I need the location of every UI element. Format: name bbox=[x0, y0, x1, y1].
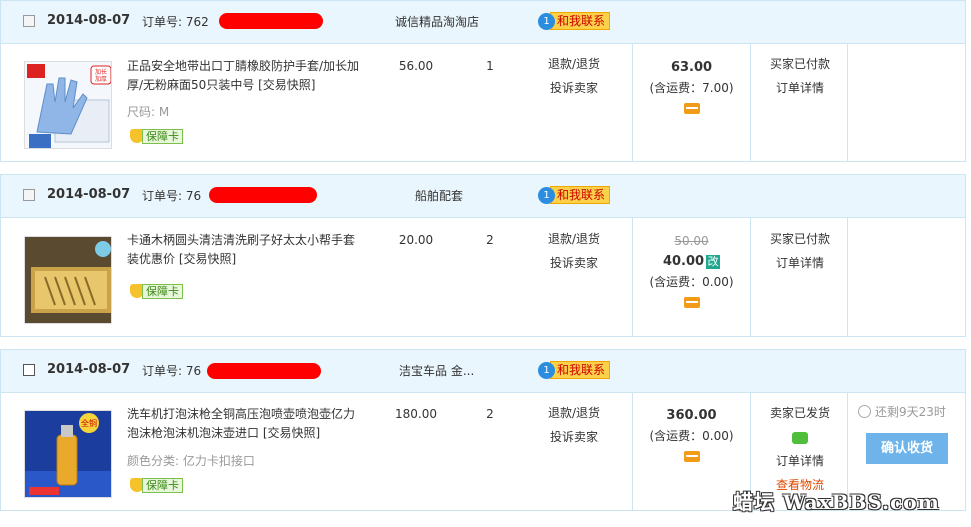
product-sku: 颜色分类: 亿力卡扣接口 bbox=[127, 454, 255, 468]
guarantee-label: 保障卡 bbox=[142, 283, 183, 299]
order-date: 2014-08-07 bbox=[47, 362, 131, 377]
order-total: 63.00 (含运费：7.00) bbox=[633, 57, 750, 118]
refund-link[interactable]: 退款/退货 bbox=[529, 401, 619, 425]
shipping-fee: (含运费：7.00) bbox=[649, 81, 734, 95]
refund-link[interactable]: 退款/退货 bbox=[529, 227, 619, 251]
order-status: 买家已付款 订单详情 bbox=[752, 227, 848, 275]
order-detail-link[interactable]: 订单详情 bbox=[752, 251, 848, 275]
chat-bubble-icon: 1 bbox=[538, 186, 555, 204]
order-status: 卖家已发货 订单详情 查看物流 bbox=[752, 401, 848, 497]
chat-bubble-icon: 1 bbox=[538, 12, 555, 30]
guarantee-card-badge[interactable]: 保障卡 bbox=[130, 477, 183, 493]
contact-seller-label: 和我联系 bbox=[550, 361, 611, 379]
product-thumbnail[interactable] bbox=[24, 236, 112, 324]
original-total: 50.00 bbox=[674, 234, 709, 248]
unit-price: 180.00 bbox=[395, 407, 437, 421]
order-header: 2014-08-07 订单号: 76 船舶配套 1 和我联系 bbox=[1, 175, 965, 218]
order-number: 订单号: 76 bbox=[142, 187, 201, 204]
order-detail-link[interactable]: 订单详情 bbox=[752, 76, 848, 100]
shipping-fee: (含运费：0.00) bbox=[649, 429, 734, 443]
order-number: 订单号: 76 bbox=[142, 362, 201, 379]
watermark: 蜡坛 WaxBBS.com bbox=[733, 490, 940, 514]
gloves-image: 加长 加厚 bbox=[25, 62, 111, 148]
order-total: 360.00 (含运费：0.00) bbox=[633, 405, 750, 466]
status-text: 买家已付款 bbox=[769, 57, 830, 71]
total-amount: 40.00 bbox=[662, 254, 705, 269]
thumb-label-1: 全铜 bbox=[81, 418, 97, 428]
chat-bubble-icon: 1 bbox=[538, 361, 555, 379]
thumb-label-2: 加厚 bbox=[95, 75, 107, 83]
order-total: 50.00 40.00 改 (含运费：0.00) bbox=[633, 231, 750, 312]
chat-icon[interactable] bbox=[792, 431, 808, 444]
guarantee-card-badge[interactable]: 保障卡 bbox=[130, 128, 183, 144]
guarantee-label: 保障卡 bbox=[142, 477, 183, 493]
shop-name[interactable]: 洁宝车品 金... bbox=[399, 362, 474, 379]
contact-seller-button[interactable]: 1 和我联系 bbox=[538, 186, 611, 204]
complain-link[interactable]: 投诉卖家 bbox=[529, 251, 619, 275]
order-number: 订单号: 762 bbox=[142, 13, 209, 30]
quantity: 2 bbox=[486, 233, 494, 247]
order-checkbox[interactable] bbox=[23, 189, 35, 201]
order-date: 2014-08-07 bbox=[47, 187, 131, 202]
order-header: 2014-08-07 订单号: 76 洁宝车品 金... 1 和我联系 bbox=[1, 350, 965, 393]
order-date: 2014-08-07 bbox=[47, 13, 131, 28]
status-text: 买家已付款 bbox=[769, 232, 830, 246]
guarantee-card-badge[interactable]: 保障卡 bbox=[130, 283, 183, 299]
order-card: 2014-08-07 订单号: 762 诚信精品淘淘店 1 和我联系 加长 加厚… bbox=[0, 0, 966, 162]
order-status: 买家已付款 订单详情 bbox=[752, 52, 848, 100]
redaction-mark bbox=[207, 363, 321, 379]
order-checkbox[interactable] bbox=[23, 15, 35, 27]
payment-card-icon bbox=[683, 103, 700, 114]
price-modified-badge: 改 bbox=[706, 255, 721, 269]
quantity: 1 bbox=[486, 59, 494, 73]
brush-set-image bbox=[25, 237, 111, 323]
order-header: 2014-08-07 订单号: 762 诚信精品淘淘店 1 和我联系 bbox=[1, 1, 965, 44]
contact-seller-label: 和我联系 bbox=[550, 12, 611, 30]
refund-link[interactable]: 退款/退货 bbox=[529, 52, 619, 76]
shop-name[interactable]: 船舶配套 bbox=[415, 187, 463, 204]
order-number-value: 76 bbox=[185, 364, 202, 378]
contact-seller-label: 和我联系 bbox=[550, 186, 611, 204]
clock-icon bbox=[858, 405, 871, 418]
redaction-mark bbox=[209, 187, 317, 203]
receive-countdown: 还剩9天23时 bbox=[858, 403, 946, 420]
contact-seller-button[interactable]: 1 和我联系 bbox=[538, 361, 611, 379]
confirm-receipt-button[interactable]: 确认收货 bbox=[866, 433, 948, 464]
unit-price: 56.00 bbox=[398, 59, 434, 73]
foam-gun-image: 全铜 bbox=[25, 411, 111, 497]
guarantee-label: 保障卡 bbox=[142, 128, 183, 144]
product-sku: 尺码: M bbox=[127, 105, 170, 119]
order-number-label: 订单号: bbox=[142, 364, 183, 378]
shop-name[interactable]: 诚信精品淘淘店 bbox=[395, 13, 479, 30]
complain-link[interactable]: 投诉卖家 bbox=[529, 76, 619, 100]
total-amount: 63.00 bbox=[670, 60, 713, 75]
shipping-fee: (含运费：0.00) bbox=[649, 275, 734, 289]
status-text: 卖家已发货 bbox=[769, 406, 830, 420]
contact-seller-button[interactable]: 1 和我联系 bbox=[538, 12, 611, 30]
order-detail-link[interactable]: 订单详情 bbox=[752, 449, 848, 473]
complain-link[interactable]: 投诉卖家 bbox=[529, 425, 619, 449]
order-number-label: 订单号: bbox=[142, 189, 183, 203]
product-thumbnail[interactable]: 加长 加厚 bbox=[24, 61, 112, 149]
order-number-label: 订单号: bbox=[142, 15, 183, 29]
unit-price: 20.00 bbox=[398, 233, 434, 247]
total-amount: 360.00 bbox=[666, 408, 717, 423]
order-checkbox[interactable] bbox=[23, 364, 35, 376]
product-title[interactable]: 洗车机打泡沫枪全铜高压泡喷壶喷泡壶亿力泡沫枪泡沫机泡沫壶进口 [交易快照] bbox=[127, 405, 362, 443]
service-actions: 退款/退货 投诉卖家 bbox=[529, 401, 619, 449]
thumb-label-1: 加长 bbox=[95, 68, 107, 76]
order-card: 2014-08-07 订单号: 76 船舶配套 1 和我联系 卡通木柄圆头清洁清… bbox=[0, 174, 966, 337]
product-title[interactable]: 卡通木柄圆头清洁清洗刷子好太太小帮手套装优惠价 [交易快照] bbox=[127, 231, 362, 269]
redaction-mark bbox=[219, 13, 323, 29]
countdown-text: 还剩9天23时 bbox=[875, 405, 946, 419]
quantity: 2 bbox=[486, 407, 494, 421]
service-actions: 退款/退货 投诉卖家 bbox=[529, 227, 619, 275]
order-number-value: 762 bbox=[185, 15, 209, 29]
service-actions: 退款/退货 投诉卖家 bbox=[529, 52, 619, 100]
product-title[interactable]: 正品安全地带出口丁腈橡胶防护手套/加长加厚/无粉麻面50只装中号 [交易快照] bbox=[127, 57, 362, 95]
product-thumbnail[interactable]: 全铜 bbox=[24, 410, 112, 498]
payment-card-icon bbox=[683, 297, 700, 308]
order-number-value: 76 bbox=[185, 189, 202, 203]
payment-card-icon bbox=[683, 451, 700, 462]
